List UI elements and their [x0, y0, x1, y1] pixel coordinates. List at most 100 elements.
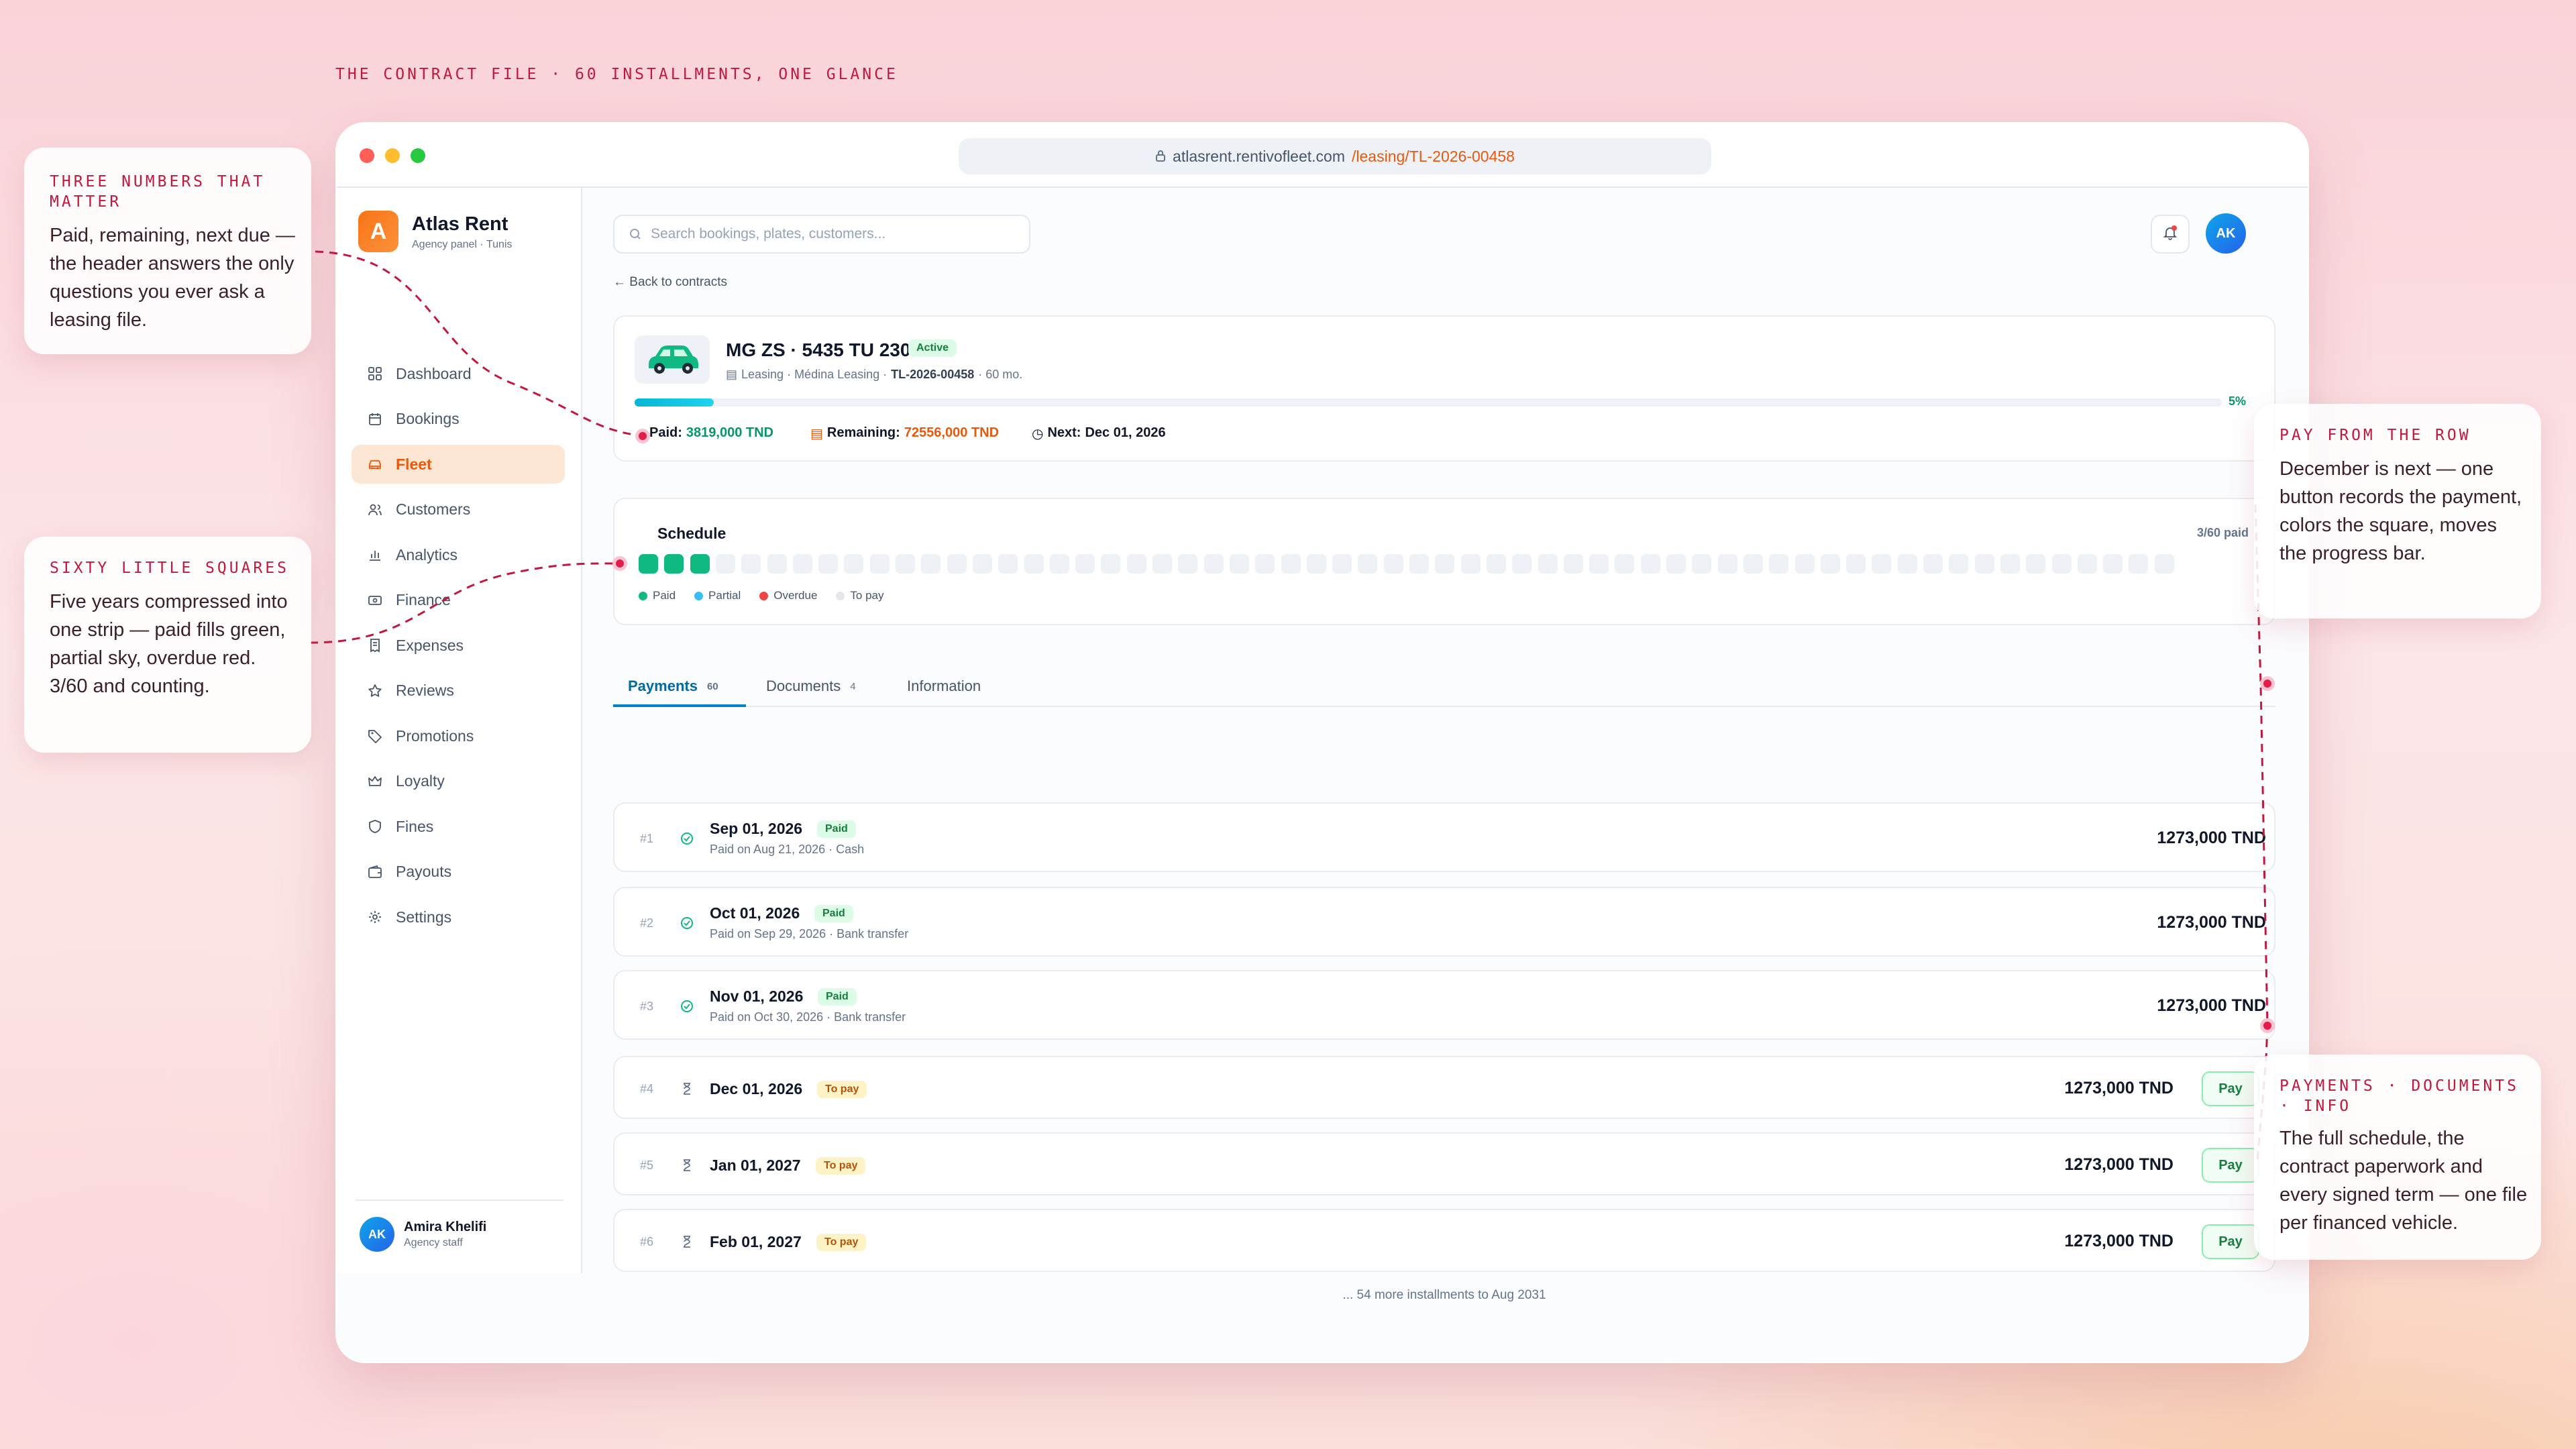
- crown-icon: [366, 773, 384, 790]
- sidebar-item-payouts[interactable]: Payouts: [352, 853, 565, 892]
- installment-square[interactable]: [767, 554, 787, 574]
- installment-square[interactable]: [2129, 554, 2149, 574]
- installment-square[interactable]: [947, 554, 967, 574]
- installment-square[interactable]: [1615, 554, 1635, 574]
- sidebar-item-settings[interactable]: Settings: [352, 898, 565, 936]
- installment-square[interactable]: [1203, 554, 1224, 574]
- installment-square[interactable]: [1383, 554, 1403, 574]
- installment-square[interactable]: [2000, 554, 2020, 574]
- installment-square[interactable]: [1435, 554, 1455, 574]
- installment-square[interactable]: [1306, 554, 1326, 574]
- installment-square[interactable]: [1126, 554, 1146, 574]
- sidebar-item-customers[interactable]: Customers: [352, 490, 565, 529]
- installment-square[interactable]: [1666, 554, 1686, 574]
- payment-row[interactable]: #5 Jan 01, 2027 To pay 1273,000 TND Pay: [613, 1132, 2275, 1195]
- installment-square[interactable]: [1332, 554, 1352, 574]
- installment-square[interactable]: [1589, 554, 1609, 574]
- installment-square[interactable]: [1743, 554, 1763, 574]
- installment-square[interactable]: [1101, 554, 1121, 574]
- installment-square[interactable]: [1538, 554, 1558, 574]
- sidebar-item-analytics[interactable]: Analytics: [352, 535, 565, 574]
- installment-square[interactable]: [1717, 554, 1737, 574]
- installment-square[interactable]: [972, 554, 992, 574]
- payment-row[interactable]: #3 Nov 01, 2026 Paid Paid on Oct 30, 2026 ·…: [613, 970, 2275, 1040]
- address-bar[interactable]: atlasrent.rentivofleet.com/leasing/TL-20…: [959, 138, 1711, 174]
- sidebar-item-finance[interactable]: Finance: [352, 581, 565, 620]
- installment-square[interactable]: [2026, 554, 2046, 574]
- installment-square[interactable]: [998, 554, 1018, 574]
- installment-square[interactable]: [1512, 554, 1532, 574]
- installment-square[interactable]: [1974, 554, 1994, 574]
- installment-square[interactable]: [2077, 554, 2097, 574]
- installment-square[interactable]: [1872, 554, 1892, 574]
- installment-square[interactable]: [1152, 554, 1172, 574]
- installment-square[interactable]: [2051, 554, 2072, 574]
- payment-row[interactable]: #4 Dec 01, 2026 To pay 1273,000 TND Pay: [613, 1056, 2275, 1119]
- notifications-button[interactable]: [2151, 215, 2190, 254]
- installment-square[interactable]: [2103, 554, 2123, 574]
- grid-icon: [366, 365, 384, 382]
- installment-square[interactable]: [1820, 554, 1840, 574]
- sidebar-item-expenses[interactable]: Expenses: [352, 626, 565, 665]
- installment-square[interactable]: [690, 554, 710, 574]
- installment-square[interactable]: [1281, 554, 1301, 574]
- installment-square[interactable]: [1049, 554, 1069, 574]
- installment-square[interactable]: [1949, 554, 1969, 574]
- installment-square[interactable]: [792, 554, 812, 574]
- installment-square[interactable]: [921, 554, 941, 574]
- search-input[interactable]: Search bookings, plates, customers...: [613, 215, 1030, 254]
- tab-information[interactable]: Information: [907, 678, 981, 695]
- sidebar-item-promotions[interactable]: Promotions: [352, 716, 565, 755]
- callout-tabs: PAYMENTS · DOCUMENTS · INFO The full sch…: [2254, 1055, 2541, 1260]
- tab-payments[interactable]: Payments 60: [628, 678, 718, 695]
- close-window-dot[interactable]: [360, 148, 374, 163]
- pay-button[interactable]: Pay: [2202, 1071, 2259, 1106]
- installment-square[interactable]: [1255, 554, 1275, 574]
- installment-number: #3: [640, 1000, 654, 1013]
- sidebar-item-fleet[interactable]: Fleet: [352, 445, 565, 484]
- installment-square[interactable]: [2154, 554, 2174, 574]
- sidebar-item-dashboard[interactable]: Dashboard: [352, 354, 565, 393]
- sidebar-item-fines[interactable]: Fines: [352, 807, 565, 846]
- sidebar-item-loyalty[interactable]: Loyalty: [352, 762, 565, 801]
- installment-square[interactable]: [1229, 554, 1249, 574]
- minimize-window-dot[interactable]: [385, 148, 400, 163]
- tab-documents[interactable]: Documents 4: [766, 678, 856, 695]
- payment-row[interactable]: #6 Feb 01, 2027 To pay 1273,000 TND Pay: [613, 1209, 2275, 1272]
- installment-square[interactable]: [1178, 554, 1198, 574]
- installment-square[interactable]: [1923, 554, 1943, 574]
- installment-square[interactable]: [1075, 554, 1095, 574]
- installment-square[interactable]: [1409, 554, 1429, 574]
- header-avatar[interactable]: AK: [2206, 213, 2246, 254]
- brand-logo[interactable]: A: [358, 211, 398, 252]
- installment-square[interactable]: [1692, 554, 1712, 574]
- installment-square[interactable]: [1846, 554, 1866, 574]
- installment-square[interactable]: [715, 554, 735, 574]
- installment-square[interactable]: [1358, 554, 1378, 574]
- sidebar-item-reviews[interactable]: Reviews: [352, 672, 565, 710]
- installment-square[interactable]: [1769, 554, 1789, 574]
- installment-square[interactable]: [818, 554, 839, 574]
- back-to-contracts-link[interactable]: ← Back to contracts: [613, 275, 727, 290]
- installment-square[interactable]: [1640, 554, 1660, 574]
- installment-square[interactable]: [741, 554, 761, 574]
- payment-row[interactable]: #1 Sep 01, 2026 Paid Paid on Aug 21, 2026 ·…: [613, 802, 2275, 872]
- installment-square[interactable]: [1897, 554, 1917, 574]
- installment-square[interactable]: [1024, 554, 1044, 574]
- sidebar-item-label: Expenses: [396, 636, 464, 654]
- installment-square[interactable]: [1486, 554, 1506, 574]
- installment-square[interactable]: [869, 554, 890, 574]
- installment-square[interactable]: [896, 554, 915, 574]
- current-user[interactable]: AK Amira Khelifi Agency staff: [356, 1199, 564, 1260]
- installment-square[interactable]: [639, 554, 658, 574]
- maximize-window-dot[interactable]: [411, 148, 425, 163]
- payment-row[interactable]: #2 Oct 01, 2026 Paid Paid on Sep 29, 2026 ·…: [613, 887, 2275, 957]
- installment-square[interactable]: [1460, 554, 1481, 574]
- pay-button[interactable]: Pay: [2202, 1224, 2259, 1259]
- pay-button[interactable]: Pay: [2202, 1148, 2259, 1183]
- installment-square[interactable]: [664, 554, 684, 574]
- installment-square[interactable]: [844, 554, 864, 574]
- sidebar-item-bookings[interactable]: Bookings: [352, 400, 565, 439]
- installment-square[interactable]: [1794, 554, 1815, 574]
- installment-square[interactable]: [1563, 554, 1583, 574]
